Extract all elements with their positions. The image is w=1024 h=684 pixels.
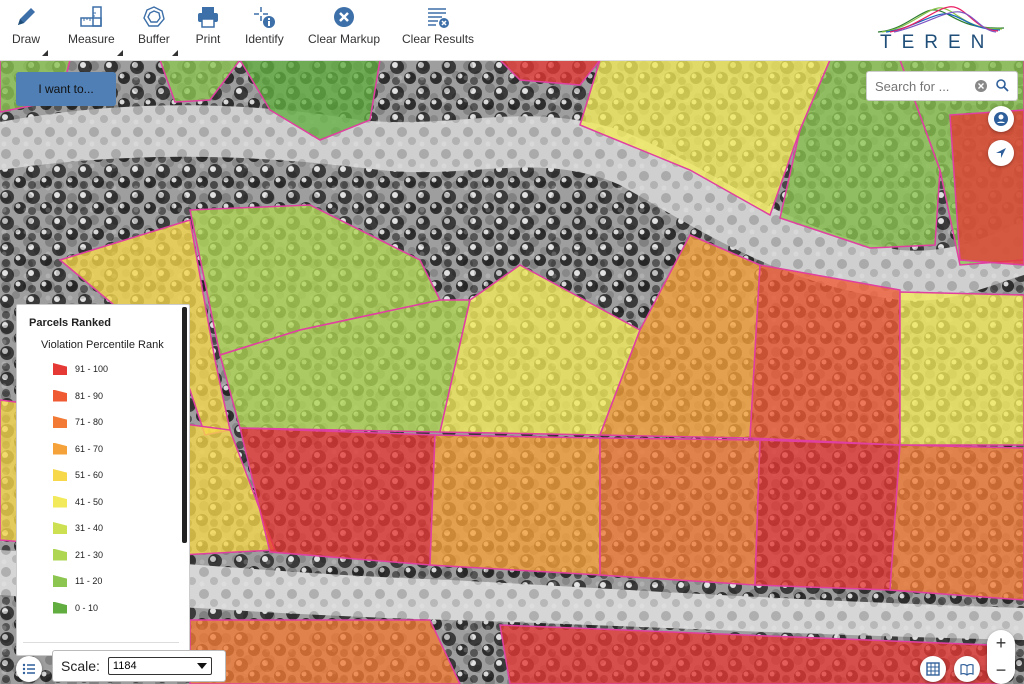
clear-markup-button[interactable]: Clear Markup bbox=[308, 4, 380, 56]
legend-item: 71 - 80 bbox=[53, 414, 103, 430]
legend-title: Parcels Ranked bbox=[29, 317, 111, 329]
legend-swatch bbox=[53, 363, 67, 375]
person-pin-icon bbox=[994, 112, 1008, 126]
identify-button[interactable]: Identify bbox=[245, 4, 284, 56]
legend-item-label: 0 - 10 bbox=[75, 602, 99, 613]
legend-swatch bbox=[53, 389, 67, 402]
zoom-control: + − bbox=[987, 630, 1015, 684]
logo-waves-icon bbox=[877, 6, 1005, 33]
legend-item: 91 - 100 bbox=[53, 361, 108, 377]
legend-item-label: 91 - 100 bbox=[75, 364, 109, 374]
open-book-icon bbox=[960, 663, 974, 676]
buffer-icon bbox=[143, 6, 165, 27]
clear-markup-icon bbox=[334, 7, 355, 27]
search-icon[interactable] bbox=[995, 78, 1011, 94]
toolbar: Draw Measure Buffer Print Identify Clear… bbox=[0, 0, 1024, 61]
zoom-out-button[interactable]: − bbox=[987, 657, 1015, 684]
clear-results-label: Clear Results bbox=[402, 32, 475, 46]
buffer-menu-caret bbox=[171, 50, 178, 56]
identify-label: Identify bbox=[245, 32, 284, 46]
legend-item: 41 - 50 bbox=[53, 494, 103, 510]
logo-text: TEREN bbox=[880, 32, 995, 53]
printer-icon bbox=[198, 7, 218, 28]
scale-value: 1184 bbox=[112, 660, 137, 672]
bookmarks-button[interactable] bbox=[954, 656, 980, 682]
user-location-button[interactable] bbox=[988, 106, 1014, 132]
ruler-icon bbox=[80, 6, 103, 27]
buffer-label: Buffer bbox=[138, 32, 170, 46]
legend-swatch bbox=[53, 548, 67, 561]
parcel bbox=[429, 434, 601, 576]
legend-item-label: 71 - 80 bbox=[75, 417, 104, 427]
legend-swatch bbox=[53, 601, 67, 614]
search-input[interactable] bbox=[873, 77, 973, 95]
chevron-down-icon bbox=[196, 663, 207, 669]
basemap-button[interactable] bbox=[920, 656, 946, 682]
legend-item: 61 - 70 bbox=[53, 441, 103, 457]
clear-results-button[interactable]: Clear Results bbox=[402, 4, 474, 56]
navigation-arrow-icon bbox=[996, 148, 1006, 158]
scale-select[interactable]: 1184 bbox=[107, 657, 212, 675]
legend-item: 11 - 20 bbox=[53, 573, 102, 589]
legend-divider bbox=[23, 642, 179, 643]
i-want-to-button[interactable]: I want to... bbox=[16, 72, 116, 106]
legend-item-label: 31 - 40 bbox=[75, 523, 104, 533]
pencil-icon bbox=[18, 8, 35, 25]
legend-swatch bbox=[53, 469, 67, 481]
draw-menu-caret bbox=[42, 50, 49, 56]
measure-menu-caret bbox=[116, 50, 123, 56]
legend-swatch bbox=[53, 495, 67, 508]
parcel bbox=[949, 109, 1024, 266]
measure-button[interactable]: Measure bbox=[68, 4, 123, 56]
legend-item-label: 81 - 90 bbox=[75, 390, 104, 401]
parcel bbox=[889, 444, 1024, 601]
buffer-button[interactable]: Buffer bbox=[138, 4, 178, 56]
legend-item: 81 - 90 bbox=[53, 388, 103, 404]
legend-item-label: 21 - 30 bbox=[75, 549, 104, 560]
clear-results-icon bbox=[428, 8, 450, 28]
teren-logo: TEREN bbox=[876, 4, 1006, 58]
zoom-in-button[interactable]: + bbox=[987, 630, 1015, 657]
navigate-button[interactable] bbox=[988, 140, 1014, 166]
legend-item-label: 11 - 20 bbox=[75, 576, 103, 586]
clear-markup-label: Clear Markup bbox=[308, 32, 381, 46]
parcel bbox=[899, 291, 1024, 446]
scale-control: Scale: 1184 bbox=[52, 650, 226, 682]
measure-label: Measure bbox=[68, 32, 115, 46]
legend-swatch bbox=[53, 416, 67, 428]
legend-panel: Parcels Ranked Violation Percentile Rank… bbox=[16, 304, 190, 656]
legend-scrollbar[interactable] bbox=[182, 307, 187, 543]
parcel bbox=[754, 439, 901, 591]
legend-item-label: 51 - 60 bbox=[75, 470, 104, 480]
list-icon bbox=[22, 663, 35, 675]
scale-label: Scale: bbox=[61, 658, 100, 674]
legend-item: 31 - 40 bbox=[53, 520, 103, 536]
grid-map-icon bbox=[926, 662, 940, 676]
print-button[interactable]: Print bbox=[195, 4, 221, 56]
layer-list-button[interactable] bbox=[16, 656, 42, 682]
parcel bbox=[599, 437, 761, 586]
legend-swatch bbox=[53, 522, 67, 534]
legend-item-label: 41 - 50 bbox=[75, 496, 104, 507]
clear-search-icon[interactable] bbox=[973, 78, 989, 94]
parcel bbox=[239, 427, 436, 566]
parcel bbox=[189, 619, 461, 684]
parcel bbox=[749, 264, 901, 446]
legend-item: 51 - 60 bbox=[53, 467, 103, 483]
legend-swatch bbox=[53, 575, 67, 587]
search-box bbox=[866, 71, 1018, 101]
draw-label: Draw bbox=[12, 32, 41, 46]
print-label: Print bbox=[195, 32, 221, 46]
legend-item: 0 - 10 bbox=[53, 600, 98, 616]
legend-subtitle: Violation Percentile Rank bbox=[41, 339, 164, 351]
identify-icon bbox=[254, 7, 276, 28]
legend-item: 21 - 30 bbox=[53, 547, 103, 563]
legend-item-label: 61 - 70 bbox=[75, 443, 104, 454]
legend-swatch bbox=[53, 442, 67, 455]
draw-button[interactable]: Draw bbox=[12, 4, 49, 56]
